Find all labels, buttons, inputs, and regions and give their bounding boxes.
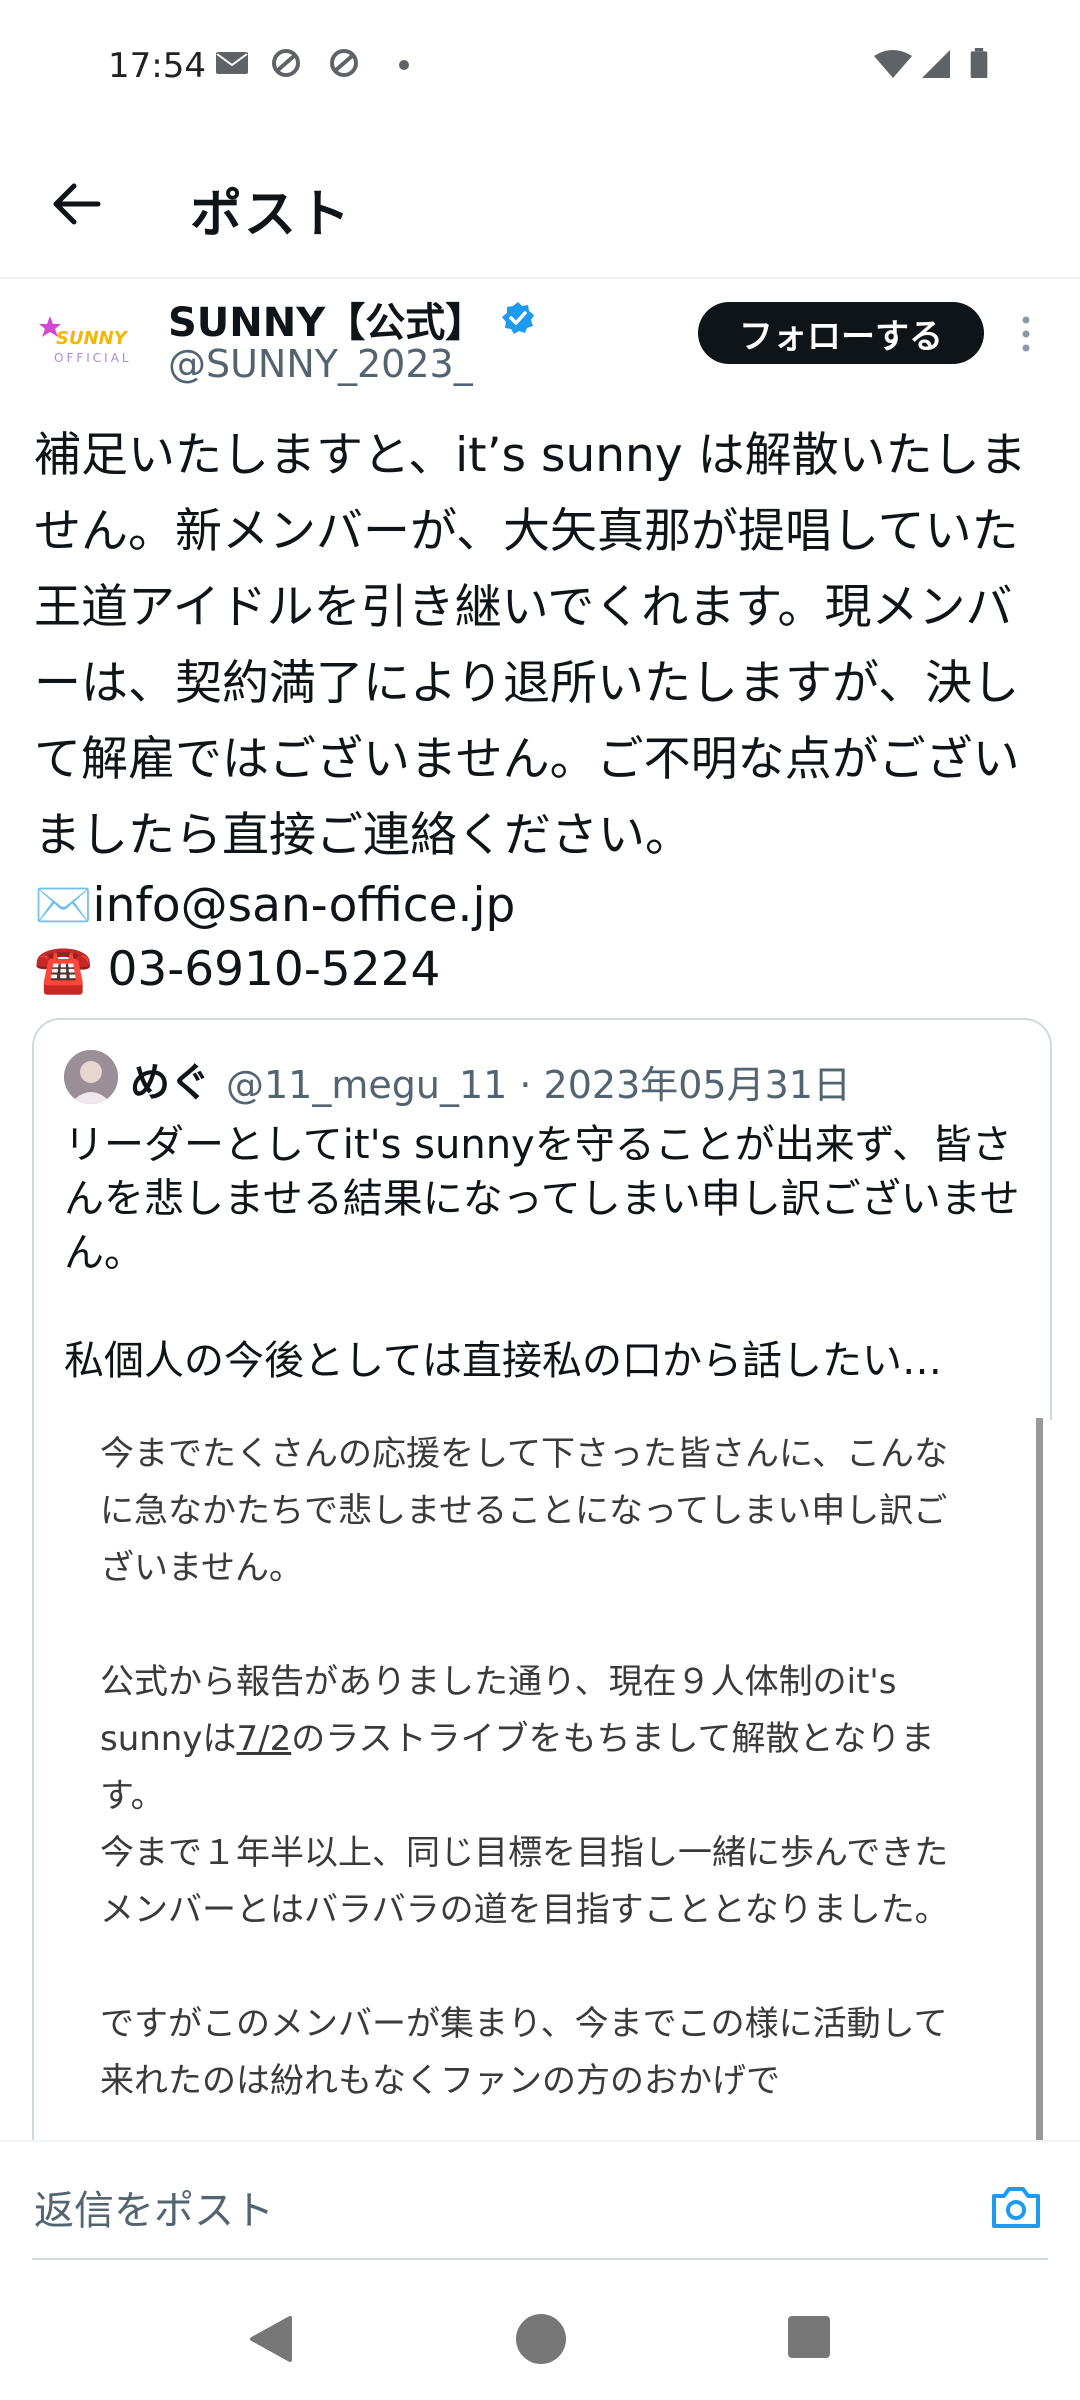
quoted-author-name: めぐ <box>130 1060 210 1106</box>
status-time: 17:54 <box>108 46 206 86</box>
nav-recents-icon[interactable] <box>788 2316 830 2358</box>
mail-icon <box>216 52 248 74</box>
quoted-author-avatar <box>64 1050 118 1104</box>
author-handle[interactable]: @SUNNY_2023_ <box>168 342 473 386</box>
image-text-para4: ですがこのメンバーが集まり、今までこの様に活動して来れたのは紛れもなくファンの方… <box>100 2004 948 2101</box>
app-icon <box>272 49 300 77</box>
author-avatar[interactable]: SUNNY OFFICIAL <box>32 300 140 382</box>
app-icon <box>330 49 358 77</box>
image-text-para1: 今までたくさんの応援をして下さった皆さんに、こんなに急なかたちで悲しませることに… <box>100 1434 948 1588</box>
battery-icon <box>970 48 988 78</box>
post-phone-line[interactable]: ☎️ 03-6910-5224 <box>34 938 440 1002</box>
follow-button[interactable]: フォローする <box>698 302 984 364</box>
post-email-line[interactable]: ✉️info@san-office.jp <box>34 874 515 938</box>
post-body-text: 補足いたしますと、it’s sunny は解散いたしません。新メンバーが、大矢真… <box>34 428 1027 863</box>
author-name[interactable]: SUNNY【公式】 <box>168 290 485 348</box>
more-options-icon[interactable] <box>1012 314 1040 354</box>
image-scrollbar[interactable] <box>1036 1418 1043 2140</box>
quoted-text-para1: リーダーとしてit's sunnyを守ることが出来ず、皆さんを悲しませる結果にな… <box>64 1122 1020 1276</box>
nav-back-icon[interactable] <box>248 2314 292 2364</box>
status-bar: 17:54 <box>0 0 1080 135</box>
dot-icon <box>399 60 409 70</box>
quoted-post-text: リーダーとしてit's sunnyを守ることが出来ず、皆さんを悲しませる結果にな… <box>64 1118 1024 1388</box>
back-arrow-icon[interactable] <box>48 176 104 232</box>
page-title: ポスト <box>190 185 353 245</box>
image-text-para3: 今まで１年半以上、同じ目標を目指し一緒に歩んできたメンバーとはバラバラの道を目指… <box>100 1833 949 1930</box>
signal-icon <box>922 50 950 78</box>
image-text-content: 今までたくさんの応援をして下さった皆さんに、こんなに急なかたちで悲しませることに… <box>100 1426 980 2110</box>
verified-badge-icon <box>502 302 534 334</box>
wifi-icon <box>874 50 912 78</box>
date-link[interactable]: 7/2 <box>236 1719 291 1759</box>
quoted-author-meta: @11_megu_11 · 2023年05月31日 <box>226 1063 851 1107</box>
image-text-para2: 公式から報告がありました通り、現在９人体制のit's sunnyは7/2のラスト… <box>100 1662 935 1816</box>
svg-text:SUNNY: SUNNY <box>56 328 129 349</box>
top-app-bar <box>0 135 1080 279</box>
camera-icon[interactable] <box>990 2184 1042 2230</box>
reply-input[interactable]: 返信をポスト <box>34 2178 274 2236</box>
quoted-text-para2: 私個人の今後としては直接私の口から話したい… <box>64 1338 942 1384</box>
reply-divider <box>32 2258 1048 2260</box>
svg-text:OFFICIAL: OFFICIAL <box>54 351 132 365</box>
nav-home-icon[interactable] <box>516 2314 566 2364</box>
